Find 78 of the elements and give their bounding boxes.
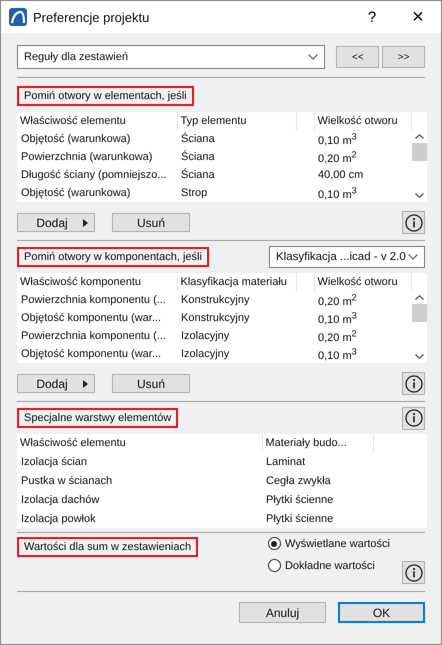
table-cell: 0,10 m$^{3}$ [318, 350, 357, 362]
table-cell: Izolacja powłok [21, 512, 96, 524]
radio-option[interactable]: Wyświetlane wartości [268, 537, 390, 550]
info-button[interactable] [402, 561, 425, 584]
radio-option[interactable]: Dokładne wartości [268, 559, 390, 572]
column-header[interactable]: Typ elementu [180, 115, 247, 127]
info-button[interactable] [402, 406, 425, 430]
table-cell: Konstrukcyjny [181, 294, 250, 306]
table-cell: Cegła zwykła [266, 474, 331, 486]
table-cell: 0,10 m$^{3}$ [318, 188, 357, 201]
chevron-down-icon [308, 54, 318, 60]
table-cell: Izolacja ścian [21, 456, 88, 468]
remove-button[interactable]: Usuń [112, 374, 190, 393]
table-cell: Strop [181, 187, 208, 199]
help-button[interactable]: ? [349, 1, 395, 33]
section-title: Pomiń otwory w komponentach, jeśli [17, 247, 209, 267]
table-cell: Objętość komponentu (war... [21, 312, 162, 324]
table-cell: Pustka w ścianach [21, 474, 112, 486]
previous-button[interactable]: << [336, 46, 380, 68]
table-cell: Płytki ścienne [266, 494, 334, 506]
table-cell: Ściana [181, 133, 215, 145]
table-cell: Powierzchnia komponentu (... [21, 294, 166, 306]
next-button[interactable]: >> [382, 46, 425, 68]
add-button[interactable]: Dodaj [17, 374, 95, 393]
dropdown[interactable]: Klasyfikacja ...icad - v 2.0 [269, 246, 425, 268]
info-button[interactable] [402, 372, 425, 395]
table-cell: Ściana [181, 169, 215, 181]
table-cell: Długość ściany (pomniejszo... [21, 169, 167, 181]
dialog-button[interactable]: OK [338, 602, 425, 623]
scroll-down-icon [414, 193, 424, 198]
table-cell: Powierzchnia (warunkowa) [21, 151, 152, 163]
radio-button[interactable] [268, 537, 281, 550]
dialog-button[interactable]: Anuluj [239, 602, 326, 623]
info-button[interactable] [402, 211, 425, 234]
section-title: Specjalne warstwy elementów [17, 408, 178, 428]
column-header[interactable]: Wielkość otworu [318, 115, 398, 127]
window-title: Preferencje projektu [33, 10, 150, 24]
remove-button[interactable]: Usuń [112, 213, 190, 232]
triangle-icon [82, 218, 88, 226]
column-header[interactable]: Właściwość elementu [20, 437, 126, 449]
column-header[interactable]: Materiały budo... [266, 437, 347, 449]
table-cell: Powierzchnia komponentu (... [21, 330, 166, 342]
chevron-down-icon [408, 254, 418, 260]
info-icon [404, 409, 422, 427]
table-cell: 0,20 m$^{2}$ [318, 296, 357, 308]
table-cell: Izolacyjny [181, 330, 230, 342]
table-cell: Objętość komponentu (war... [21, 348, 162, 360]
column-header[interactable]: Klasyfikacja materiału [180, 276, 287, 288]
dropdown[interactable]: Reguły dla zestawień [17, 45, 326, 69]
radio-button[interactable] [268, 559, 281, 572]
triangle-icon [82, 380, 88, 388]
section-title: Pomiń otwory w elementach, jeśli [17, 86, 194, 106]
info-icon [404, 564, 422, 582]
info-icon [404, 374, 422, 392]
table-cell: 0,10 m$^{3}$ [318, 134, 357, 147]
column-header[interactable]: Wielkość otworu [318, 276, 398, 288]
scroll-up-icon [414, 134, 424, 139]
table-cell: 40,00 cm [318, 169, 364, 181]
table-cell: 0,20 m$^{2}$ [318, 332, 357, 344]
column-header[interactable]: Właściwość komponentu [20, 276, 142, 288]
table-cell: Objętość (warunkowa) [21, 133, 130, 145]
info-icon [404, 214, 422, 232]
table-cell: Izolacyjny [181, 348, 230, 360]
table-cell: Płytki ścienne [266, 512, 334, 524]
table-cell: 0,10 m$^{3}$ [318, 314, 357, 326]
table-cell: Izolacja dachów [21, 494, 100, 506]
table-cell: Ściana [181, 151, 215, 163]
table-cell: Objętość (warunkowa) [21, 187, 130, 199]
add-button[interactable]: Dodaj [17, 213, 95, 232]
table-cell: Konstrukcyjny [181, 312, 250, 324]
app-logo-icon [9, 8, 27, 26]
close-button[interactable]: × [395, 1, 441, 33]
table-cell: 0,20 m$^{2}$ [318, 152, 357, 165]
column-header[interactable]: Właściwość elementu [20, 115, 126, 127]
scroll-up-icon [414, 295, 424, 300]
scroll-down-icon [414, 354, 424, 359]
table-cell: Laminat [266, 456, 306, 468]
section-title: Wartości dla sum w zestawieniach [17, 537, 198, 557]
